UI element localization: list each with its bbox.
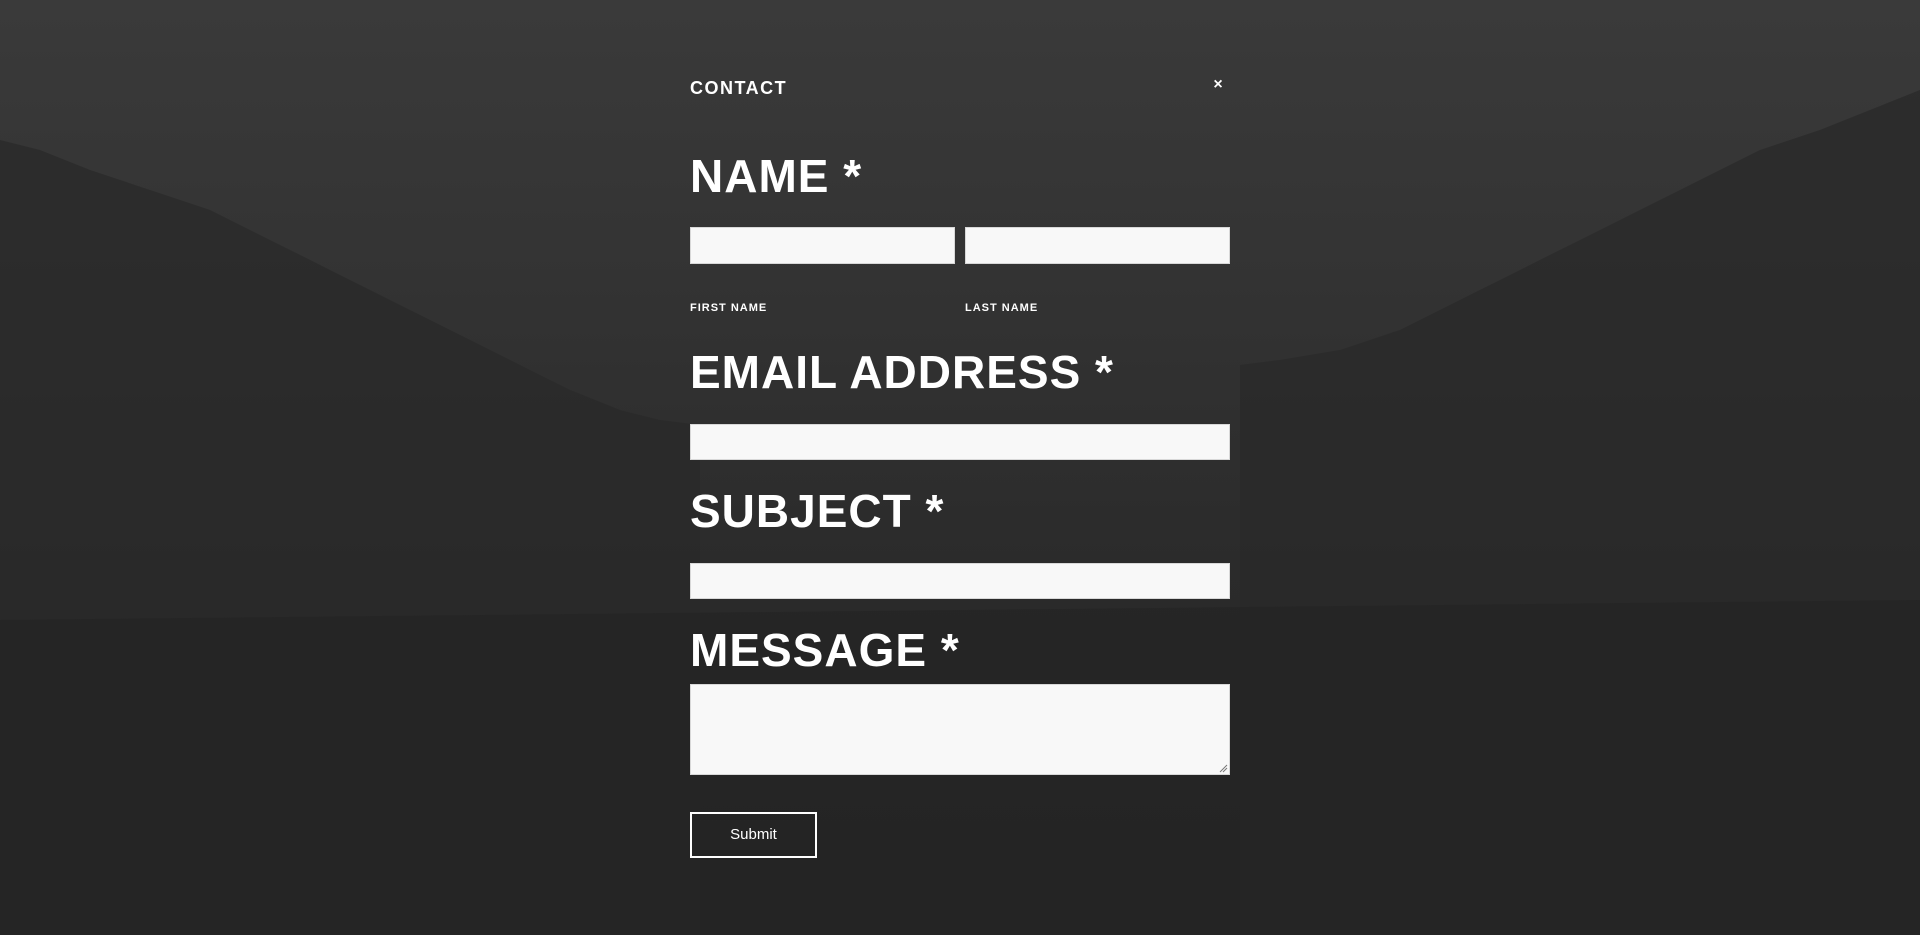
modal-title: CONTACT [690, 78, 788, 98]
subject-label: SUBJECT * [690, 485, 945, 537]
message-textarea[interactable] [690, 684, 1230, 775]
last-name-label: LAST NAME [965, 302, 1039, 314]
email-label: EMAIL ADDRESS * [690, 346, 1114, 398]
email-input[interactable] [690, 424, 1230, 460]
submit-button[interactable]: Submit [690, 812, 817, 858]
last-name-input[interactable] [965, 227, 1230, 264]
contact-modal: CONTACT × NAME * FIRST NAME LAST NAME EM… [690, 0, 1230, 935]
close-icon[interactable]: × [1210, 76, 1226, 94]
first-name-label: FIRST NAME [690, 302, 768, 314]
message-label: MESSAGE * [690, 624, 960, 676]
modal-header: CONTACT × [690, 76, 1230, 100]
resize-grip-icon[interactable] [1218, 763, 1228, 773]
first-name-input[interactable] [690, 227, 955, 264]
name-label: NAME * [690, 150, 863, 202]
subject-input[interactable] [690, 563, 1230, 599]
